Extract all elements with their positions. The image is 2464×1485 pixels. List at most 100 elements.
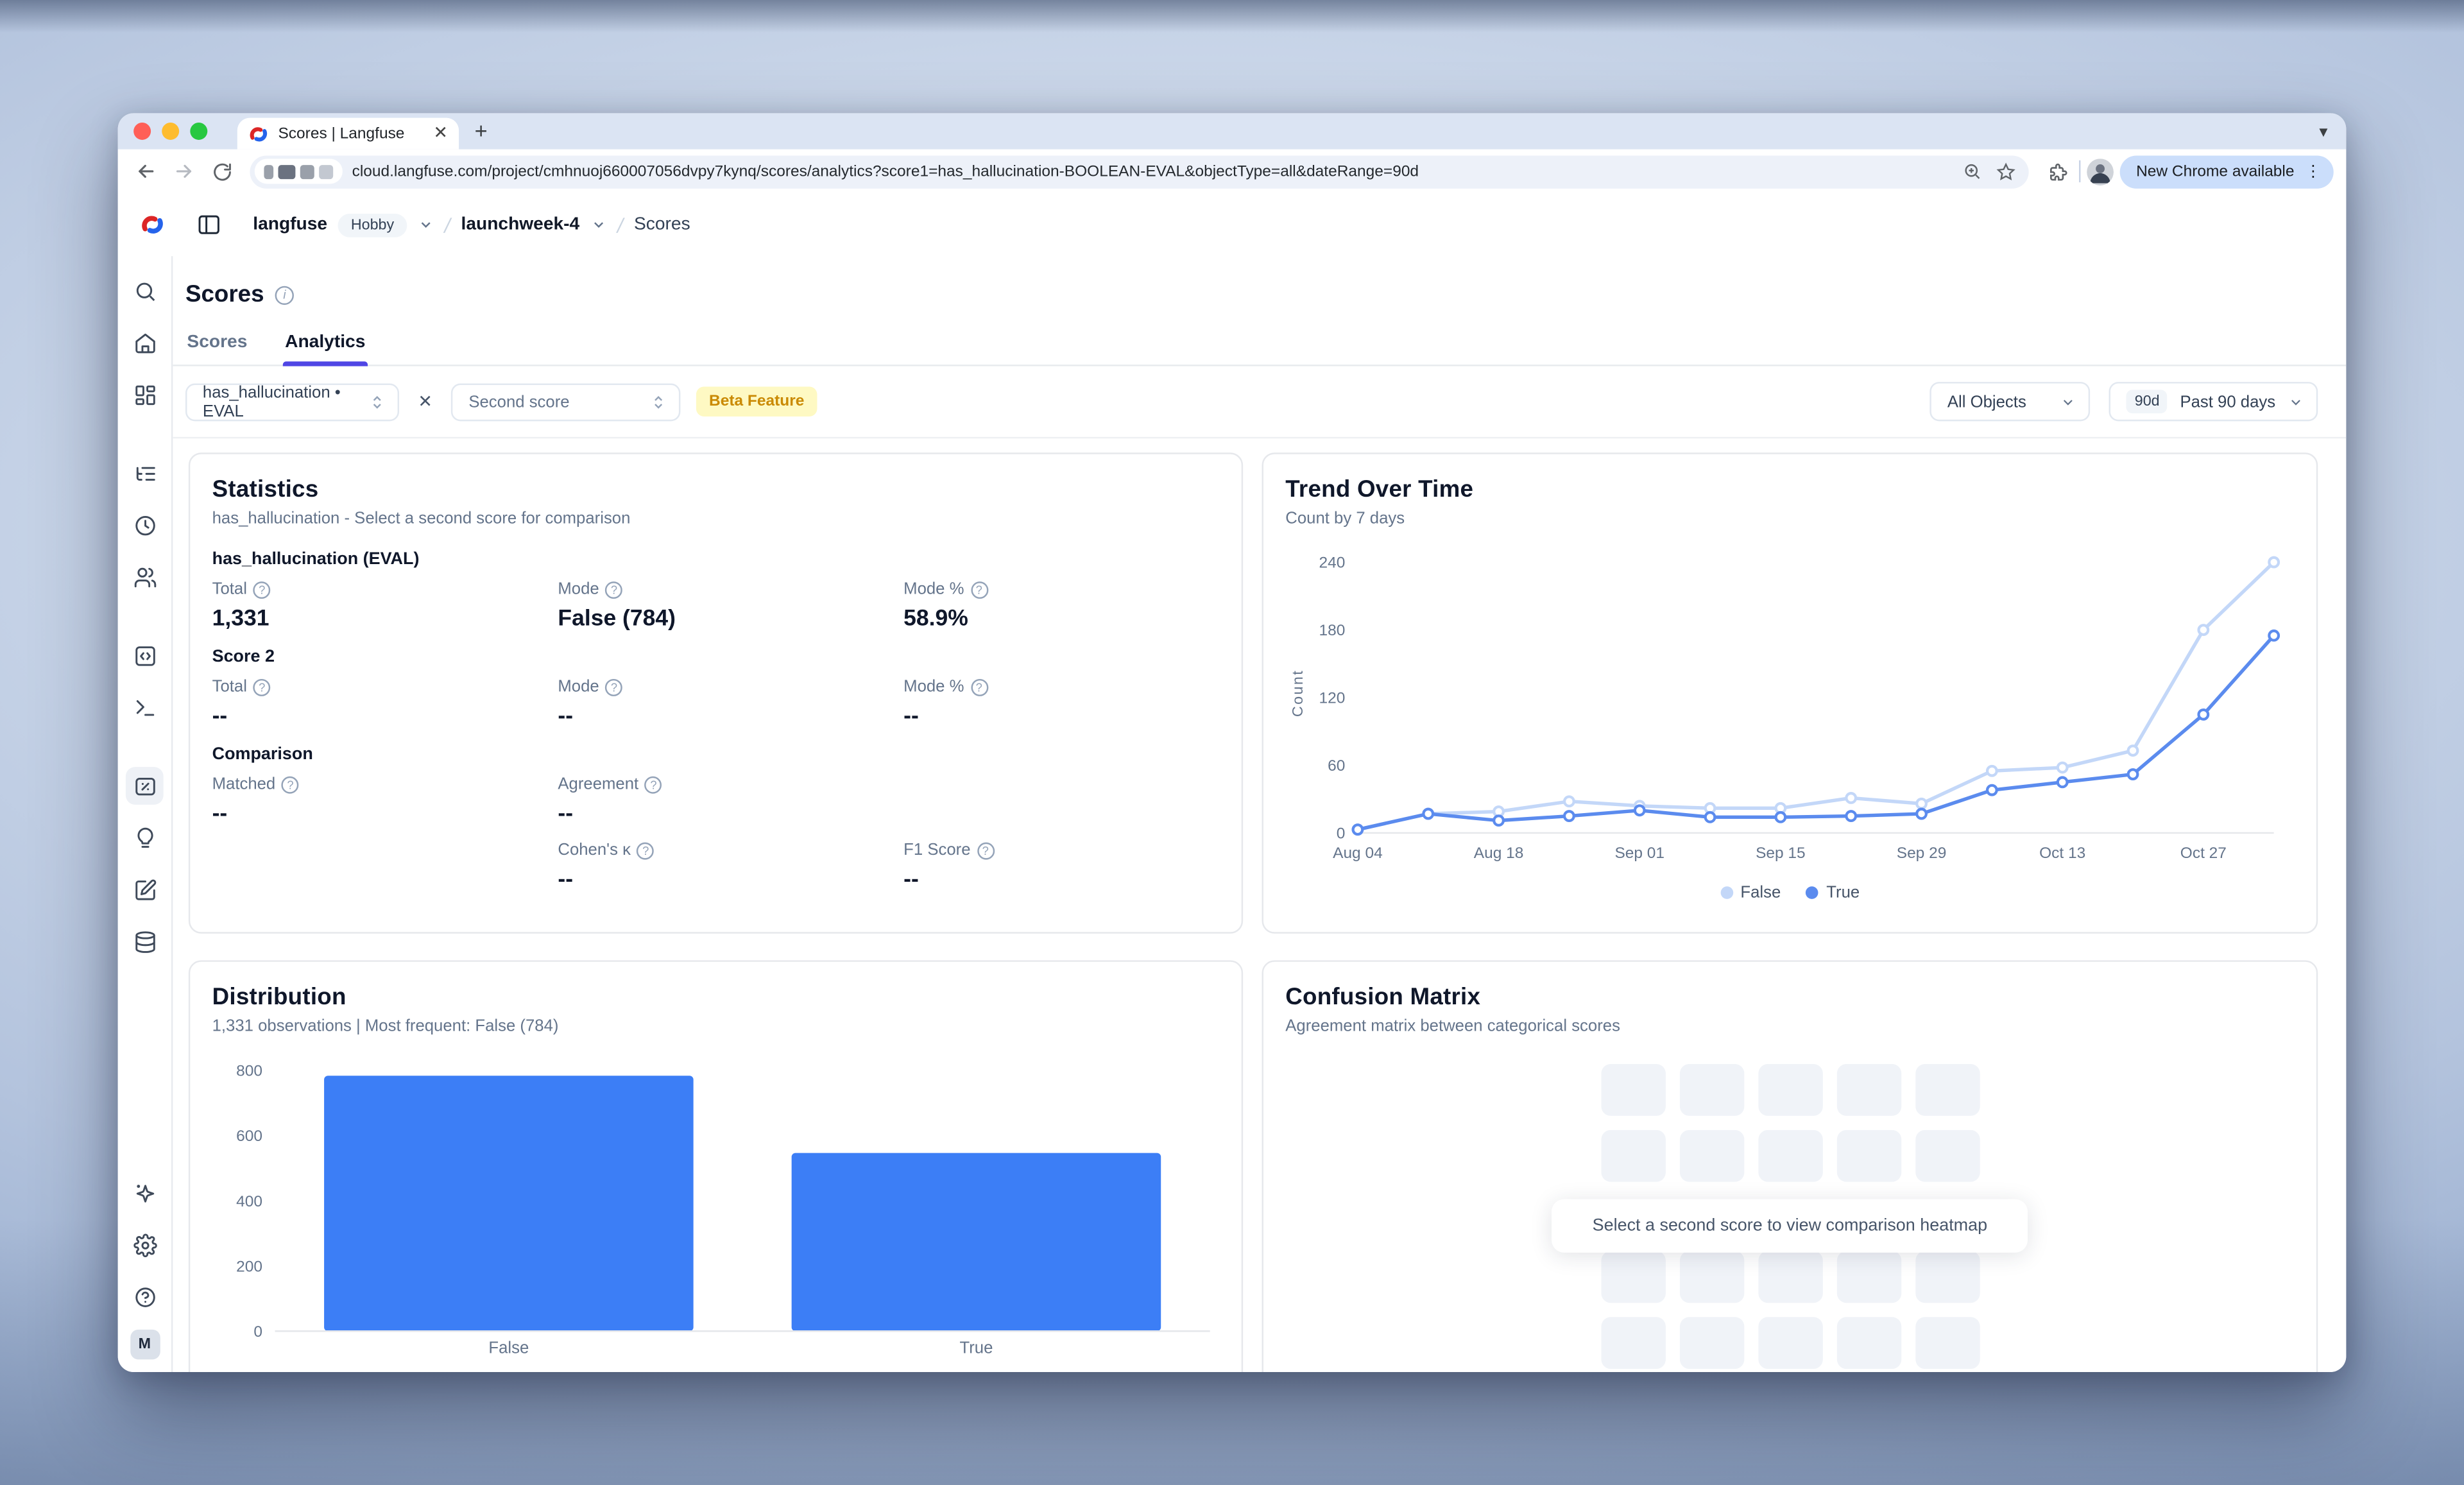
info-icon[interactable] xyxy=(275,285,294,304)
svg-text:600: 600 xyxy=(236,1128,262,1145)
confusion-placeholder: Select a second score to view comparison… xyxy=(1285,1064,2294,1369)
tab-search-icon[interactable]: ▼ xyxy=(2316,124,2331,139)
help-icon[interactable] xyxy=(637,841,654,859)
support-icon[interactable] xyxy=(126,1278,164,1316)
desktop: Scores | Langfuse ✕ + ▼ xyxy=(0,0,2464,1485)
mode-pct-label: Mode % xyxy=(903,580,964,599)
heatmap-placeholder-cell xyxy=(1758,1130,1822,1182)
plan-badge: Hobby xyxy=(338,213,406,237)
browser-tab[interactable]: Scores | Langfuse ✕ xyxy=(237,118,459,150)
heatmap-placeholder-grid xyxy=(1600,1064,1979,1182)
trend-card: Trend Over Time Count by 7 days 06012018… xyxy=(1262,452,2318,933)
zoom-icon[interactable] xyxy=(1964,162,1982,180)
clear-score1-button[interactable]: ✕ xyxy=(415,391,436,412)
help-icon[interactable] xyxy=(970,581,988,598)
evaluation-icon[interactable] xyxy=(126,819,164,857)
tracing-icon[interactable] xyxy=(126,454,164,492)
sparkles-icon[interactable] xyxy=(126,1174,164,1212)
project-name[interactable]: launchweek-4 xyxy=(461,216,580,234)
tab-analytics[interactable]: Analytics xyxy=(284,323,367,365)
search-icon[interactable] xyxy=(126,272,164,310)
project-chevron-icon[interactable] xyxy=(590,217,606,232)
help-icon[interactable] xyxy=(970,678,988,696)
settings-icon[interactable] xyxy=(126,1226,164,1264)
prompts-icon[interactable] xyxy=(126,637,164,674)
heatmap-placeholder-cell xyxy=(1836,1130,1901,1182)
sessions-icon[interactable] xyxy=(126,506,164,544)
close-window-button[interactable] xyxy=(133,123,151,140)
playground-icon[interactable] xyxy=(126,689,164,726)
agreement-value: -- xyxy=(558,802,903,827)
score1-select-value: has_hallucination • EVAL xyxy=(203,382,357,420)
svg-text:120: 120 xyxy=(1319,690,1345,707)
profile-avatar[interactable] xyxy=(2087,158,2114,185)
langfuse-logo xyxy=(140,212,165,237)
help-icon[interactable] xyxy=(253,678,271,696)
f1-score-label: F1 Score xyxy=(903,841,970,859)
f1-score-value: -- xyxy=(903,868,1219,893)
chrome-menu-icon[interactable]: ⋮ xyxy=(2306,162,2321,180)
url-bar[interactable]: cloud.langfuse.com/project/cmhnuoj660007… xyxy=(250,155,2029,187)
heatmap-placeholder-grid xyxy=(1600,1251,1979,1369)
scores-icon[interactable] xyxy=(126,767,164,805)
trend-line-chart: 060120180240Aug 04Aug 18Sep 01Sep 15Sep … xyxy=(1285,538,2296,871)
sidebar-toggle-icon[interactable] xyxy=(190,206,228,244)
fullscreen-window-button[interactable] xyxy=(190,123,207,140)
svg-text:Aug 18: Aug 18 xyxy=(1474,845,1524,862)
home-icon[interactable] xyxy=(126,323,164,361)
site-info-redacted[interactable] xyxy=(255,159,343,184)
main-content: Scores Scores Analytics has_hallucinatio… xyxy=(173,256,2346,1372)
heatmap-placeholder-cell xyxy=(1836,1251,1901,1303)
url-text: cloud.langfuse.com/project/cmhnuoj660007… xyxy=(352,162,1954,180)
chrome-update-pill[interactable]: New Chrome available ⋮ xyxy=(2121,155,2334,187)
chrome-update-label: New Chrome available xyxy=(2136,162,2294,180)
help-icon[interactable] xyxy=(606,581,623,598)
total-label: Total xyxy=(212,678,247,696)
tab-title: Scores | Langfuse xyxy=(278,125,424,142)
chevron-down-icon xyxy=(2288,393,2304,409)
confusion-title: Confusion Matrix xyxy=(1285,984,2294,1011)
date-range-select[interactable]: 90d Past 90 days xyxy=(2110,382,2318,421)
extensions-icon[interactable] xyxy=(2042,155,2073,187)
annotation-icon[interactable] xyxy=(126,871,164,909)
help-icon[interactable] xyxy=(253,581,271,598)
back-button[interactable] xyxy=(130,155,162,187)
total-label: Total xyxy=(212,580,247,599)
objects-select[interactable]: All Objects xyxy=(1930,382,2091,421)
reload-button[interactable] xyxy=(206,155,237,187)
users-icon[interactable] xyxy=(126,558,164,596)
cohens-kappa-label: Cohen's κ xyxy=(558,841,631,859)
agreement-label: Agreement xyxy=(558,775,638,793)
statistics-card: Statistics has_hallucination - Select a … xyxy=(189,452,1243,933)
minimize-window-button[interactable] xyxy=(162,123,179,140)
tab-close-icon[interactable]: ✕ xyxy=(433,125,448,142)
legend-dot-false xyxy=(1720,886,1733,899)
trend-title: Trend Over Time xyxy=(1285,476,2294,503)
score2-section-heading: Score 2 xyxy=(212,648,1220,666)
org-name[interactable]: langfuse xyxy=(253,216,327,234)
legend-label-true: True xyxy=(1826,883,1860,902)
tab-scores[interactable]: Scores xyxy=(185,323,249,365)
browser-window: Scores | Langfuse ✕ + ▼ xyxy=(118,113,2347,1372)
date-range-value: Past 90 days xyxy=(2180,392,2275,411)
bookmark-star-icon[interactable] xyxy=(1996,161,2017,182)
score2-select[interactable]: Second score xyxy=(451,382,681,420)
help-icon[interactable] xyxy=(645,776,662,793)
datasets-icon[interactable] xyxy=(126,923,164,961)
svg-text:400: 400 xyxy=(236,1193,262,1210)
help-icon[interactable] xyxy=(282,776,299,793)
score1-select[interactable]: has_hallucination • EVAL xyxy=(185,382,399,420)
new-tab-button[interactable]: + xyxy=(475,118,488,143)
heatmap-placeholder-cell xyxy=(1915,1130,1979,1182)
score1-total-value: 1,331 xyxy=(212,606,558,631)
dashboard-icon[interactable] xyxy=(126,375,164,413)
forward-button[interactable] xyxy=(168,155,200,187)
user-avatar[interactable]: M xyxy=(130,1330,160,1360)
svg-text:Count: Count xyxy=(1289,669,1306,717)
toolbar-divider xyxy=(2080,160,2081,182)
heatmap-placeholder-cell xyxy=(1600,1130,1664,1182)
org-chevron-icon[interactable] xyxy=(418,217,433,232)
legend-dot-true xyxy=(1806,886,1818,899)
help-icon[interactable] xyxy=(977,841,994,859)
help-icon[interactable] xyxy=(606,678,623,696)
